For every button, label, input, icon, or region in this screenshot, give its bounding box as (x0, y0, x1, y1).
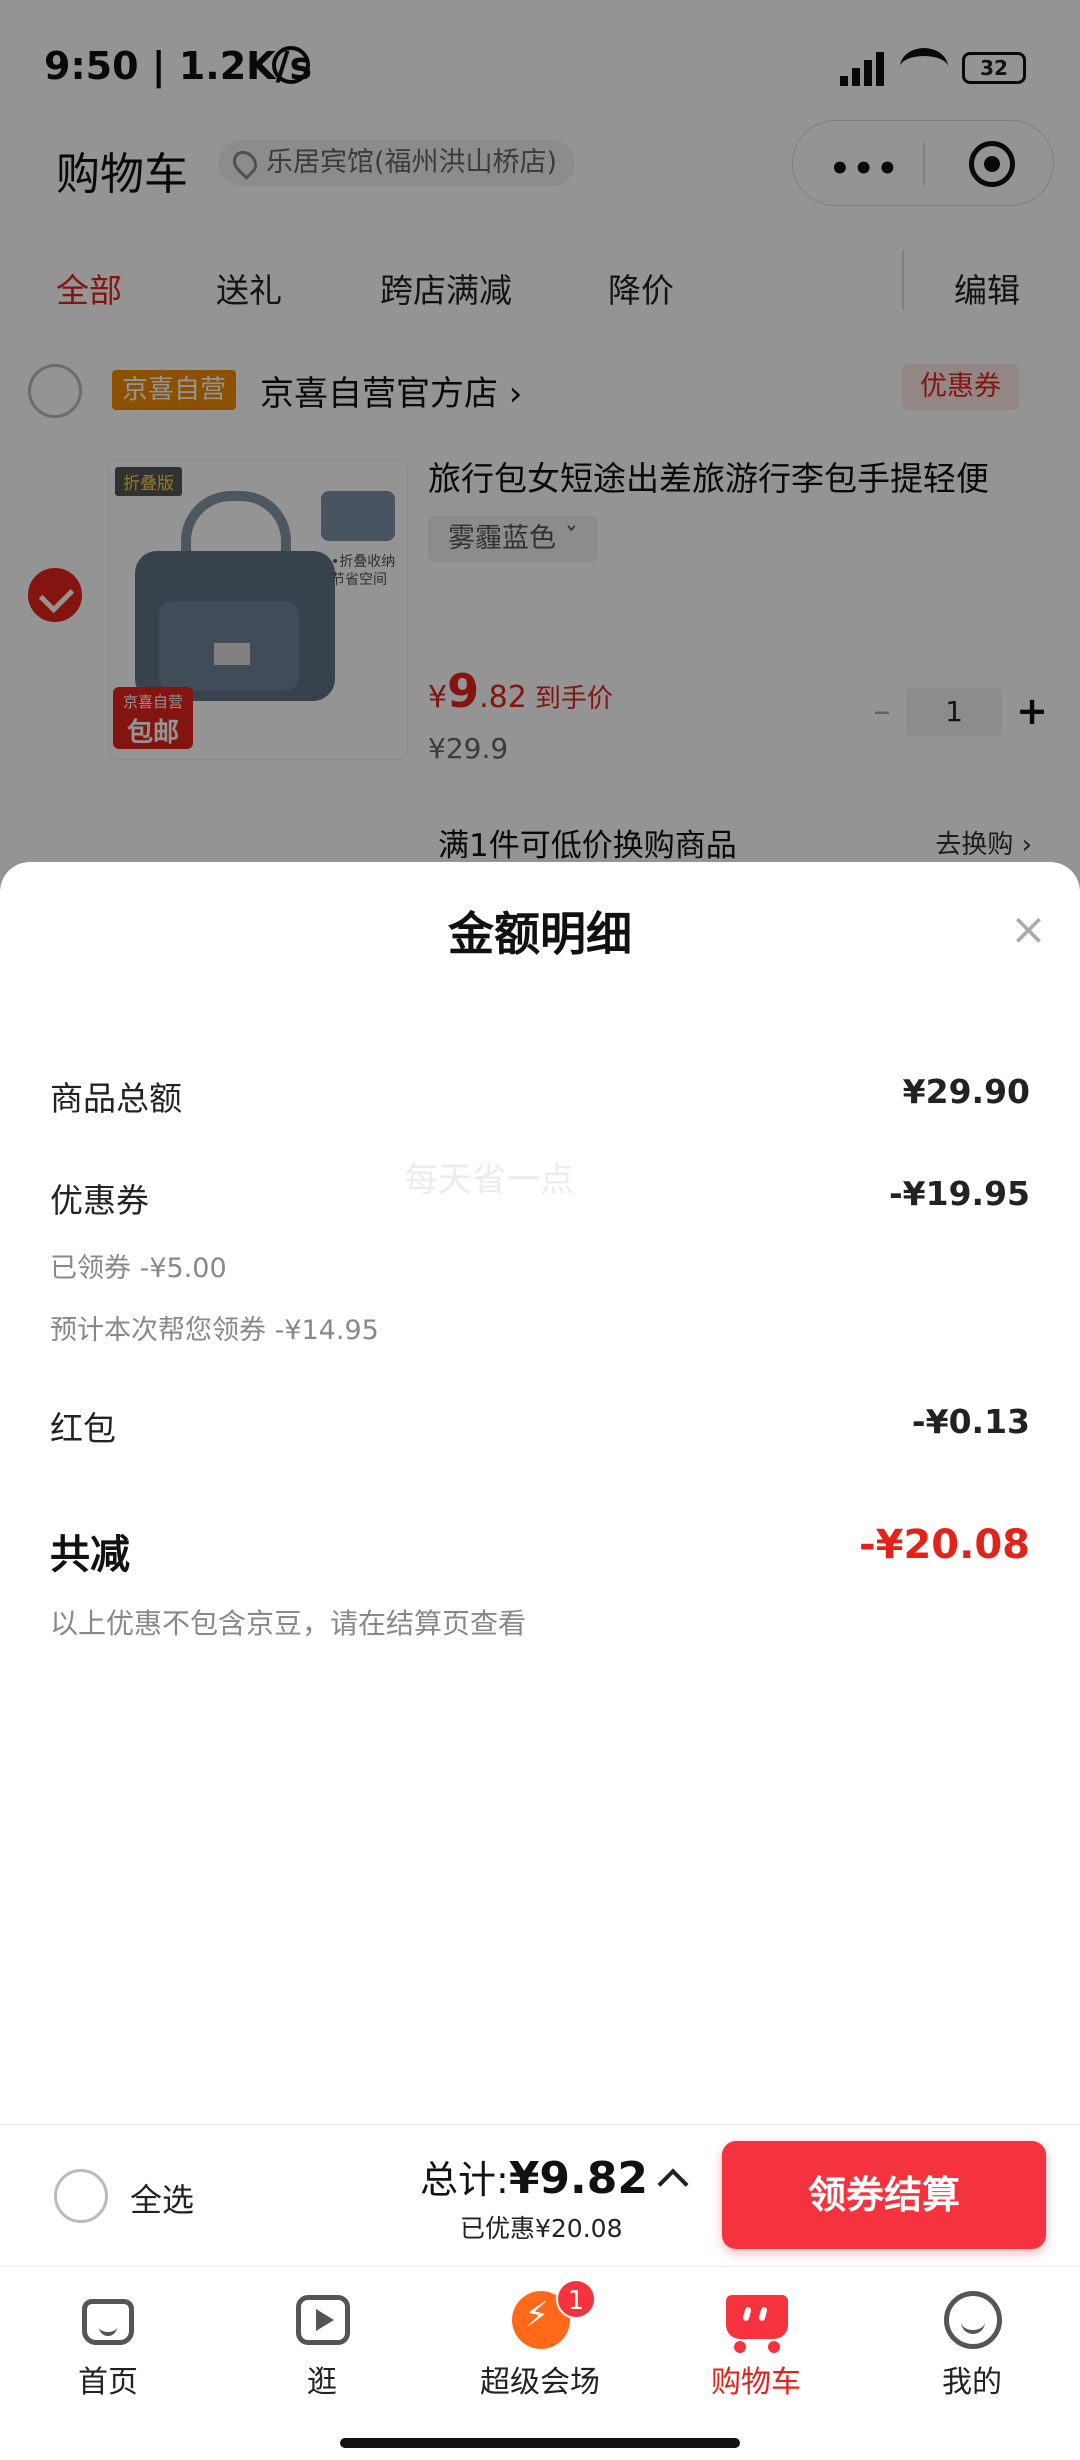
total-prefix: 总计: (420, 2158, 509, 2202)
select-all-label[interactable]: 全选 (130, 2175, 194, 2221)
fire-icon: 1 (508, 2279, 596, 2351)
total-discount-label: 共减 (50, 1532, 130, 1578)
tabbar-browse[interactable]: 逛 (242, 2277, 402, 2401)
total-price: 总计:¥9.82 (420, 2149, 648, 2204)
tabbar-home[interactable]: 首页 (28, 2277, 188, 2401)
sheet-title: 金额明细 (448, 907, 632, 961)
coupon-claimed: 已领券 -¥5.00 (50, 1253, 227, 1284)
home-icon (76, 2287, 140, 2351)
coupon-value: -¥19.95 (888, 1174, 1030, 1213)
total-amount: ¥9.82 (508, 2153, 648, 2204)
close-icon[interactable]: × (1010, 904, 1047, 955)
tabbar-label: 我的 (942, 2365, 1002, 2400)
tabbar-label: 逛 (307, 2365, 337, 2400)
play-icon (290, 2287, 354, 2351)
chevron-up-icon[interactable] (657, 2168, 689, 2200)
red-packet-label: 红包 (50, 1409, 116, 1448)
price-detail-sheet: 金额明细 × 每天省一点 商品总额 ¥29.90 优惠券 -¥19.95 已领券… (0, 862, 1080, 2124)
checkout-button[interactable]: 领券结算 (722, 2141, 1046, 2249)
home-indicator[interactable] (340, 2438, 740, 2448)
red-packet-value: -¥0.13 (911, 1402, 1030, 1441)
tabbar-label: 首页 (78, 2365, 138, 2400)
saved-amount: 已优惠¥20.08 (460, 2214, 623, 2243)
gesture-area (0, 2406, 1080, 2460)
notification-badge: 1 (556, 2279, 596, 2319)
goods-total-label: 商品总额 (50, 1079, 182, 1118)
bottom-tab-bar: 首页 逛 1 超级会场 购物车 我的 (0, 2266, 1080, 2406)
tabbar-cart[interactable]: 购物车 (676, 2277, 836, 2401)
coupon-estimated: 预计本次帮您领券 -¥14.95 (50, 1315, 379, 1346)
tabbar-super-venue[interactable]: 1 超级会场 (460, 2277, 620, 2401)
goods-total-value: ¥29.90 (902, 1072, 1030, 1111)
tabbar-label: 超级会场 (480, 2365, 600, 2400)
discount-footnote: 以上优惠不包含京豆，请在结算页查看 (50, 1607, 527, 1640)
checkout-bar: 全选 总计:¥9.82 已优惠¥20.08 领券结算 (0, 2124, 1080, 2266)
smile-icon (940, 2287, 1004, 2351)
select-all-radio[interactable] (54, 2169, 108, 2223)
coupon-label: 优惠券 (50, 1181, 149, 1220)
tabbar-label: 购物车 (711, 2365, 801, 2400)
tabbar-mine[interactable]: 我的 (892, 2277, 1052, 2401)
total-discount-value: -¥20.08 (859, 1522, 1030, 1568)
cart-icon (724, 2287, 788, 2353)
watermark: 每天省一点 (404, 1160, 574, 1200)
